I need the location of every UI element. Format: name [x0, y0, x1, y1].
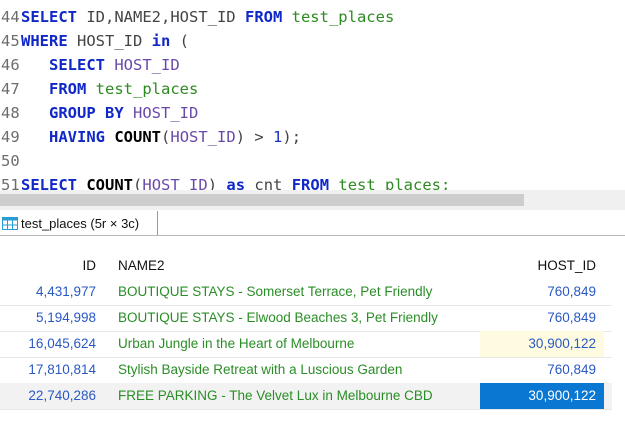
table-row[interactable]: 5,194,998 BOUTIQUE STAYS - Elwood Beaches… [0, 305, 612, 332]
line-number: 49 [1, 128, 20, 146]
code-token: HOST_ID [105, 56, 180, 74]
result-tab-strip: test_places (5r × 3c) [0, 211, 625, 236]
cell-host-id[interactable]: 30,900,122 [480, 331, 604, 357]
code-token: FROM [49, 80, 87, 98]
cell-host-id[interactable]: 760,849 [480, 305, 604, 331]
line-number: 47 [1, 80, 20, 98]
table-row[interactable]: 16,045,624 Urban Jungle in the Heart of M… [0, 331, 612, 358]
result-tab-label: test_places (5r × 3c) [21, 215, 140, 231]
code-token: HOST_ID [123, 104, 199, 122]
code-token: COUNT [114, 128, 162, 146]
code-token: cnt [245, 176, 292, 190]
cell-name2[interactable]: BOUTIQUE STAYS - Somerset Terrace, Pet F… [110, 279, 480, 305]
cell-host-id[interactable]: 30,900,122 [480, 383, 604, 409]
code-line[interactable]: 50 [0, 149, 21, 173]
code-token: HOST_ID [170, 128, 236, 146]
code-token: ID,NAME2,HOST_ID [77, 8, 245, 26]
horizontal-scrollbar[interactable] [0, 190, 625, 210]
code-token: FROM [291, 176, 330, 190]
code-line[interactable]: 48 GROUP BY HOST_ID [0, 101, 198, 125]
table-row[interactable]: 17,810,814 Stylish Bayside Retreat with a… [0, 357, 612, 384]
cell-name2[interactable]: BOUTIQUE STAYS - Elwood Beaches 3, Pet F… [110, 305, 480, 331]
code-line[interactable]: 46 SELECT HOST_ID [0, 53, 180, 77]
cell-id[interactable]: 5,194,998 [0, 305, 104, 331]
code-token: SELECT [21, 8, 77, 26]
code-token: ( [170, 32, 190, 50]
cell-id[interactable]: 4,431,977 [0, 279, 104, 305]
cell-name2[interactable]: Stylish Bayside Retreat with a Luscious … [110, 357, 480, 383]
line-number: 51 [1, 176, 20, 190]
column-header-name2[interactable]: NAME2 [110, 253, 480, 279]
code-token: test_places; [329, 176, 451, 190]
cell-host-id[interactable]: 760,849 [480, 279, 604, 305]
code-line[interactable]: 51SELECT COUNT(HOST_ID) as cnt FROM test… [0, 173, 450, 190]
line-number: 45 [1, 32, 20, 50]
grid-header-row: ID NAME2 HOST_ID [0, 253, 612, 279]
code-line[interactable]: 45WHERE HOST_ID in ( [0, 29, 189, 53]
code-token: HOST_ID [67, 32, 152, 50]
code-token: SELECT [21, 176, 77, 190]
cell-id[interactable]: 17,810,814 [0, 357, 104, 383]
code-token: ( [133, 176, 143, 190]
result-tab[interactable]: test_places (5r × 3c) [0, 211, 159, 235]
code-line[interactable]: 44SELECT ID,NAME2,HOST_ID FROM test_plac… [0, 5, 394, 29]
cell-id[interactable]: 22,740,286 [0, 383, 104, 409]
column-header-id[interactable]: ID [0, 253, 104, 279]
column-header-host-id[interactable]: HOST_ID [480, 253, 604, 279]
code-token: SELECT [49, 56, 105, 74]
cell-name2[interactable]: FREE PARKING - The Velvet Lux in Melbour… [110, 383, 480, 409]
code-token: COUNT [86, 176, 134, 190]
code-token: ) > [235, 128, 274, 146]
line-number: 50 [1, 152, 20, 170]
code-token: HAVING [49, 128, 105, 146]
code-token: test_places [282, 8, 395, 26]
code-token: in [151, 32, 171, 50]
scrollbar-thumb[interactable] [0, 194, 524, 206]
table-row[interactable]: 22,740,286 FREE PARKING - The Velvet Lux … [0, 383, 612, 410]
table-grid-icon [2, 216, 18, 230]
code-token: ); [282, 128, 302, 146]
code-token: ) [207, 176, 227, 190]
code-token: as [226, 176, 246, 190]
line-number: 44 [1, 8, 20, 26]
code-line[interactable]: 49 HAVING COUNT(HOST_ID) > 1); [0, 125, 301, 149]
code-token: WHERE [21, 32, 68, 50]
code-token: ( [161, 128, 171, 146]
table-row[interactable]: 4,431,977 BOUTIQUE STAYS - Somerset Terra… [0, 279, 612, 306]
code-token: test_places [86, 80, 199, 98]
cell-name2[interactable]: Urban Jungle in the Heart of Melbourne [110, 331, 480, 357]
cell-host-id[interactable]: 760,849 [480, 357, 604, 383]
code-token: 1 [273, 128, 283, 146]
cell-id[interactable]: 16,045,624 [0, 331, 104, 357]
code-token: GROUP BY [49, 104, 124, 122]
code-token: HOST_ID [142, 176, 208, 190]
line-number: 46 [1, 56, 20, 74]
sql-editor[interactable]: 44SELECT ID,NAME2,HOST_ID FROM test_plac… [0, 0, 625, 190]
code-line[interactable]: 47 FROM test_places [0, 77, 198, 101]
code-token: FROM [244, 8, 283, 26]
line-number: 48 [1, 104, 20, 122]
